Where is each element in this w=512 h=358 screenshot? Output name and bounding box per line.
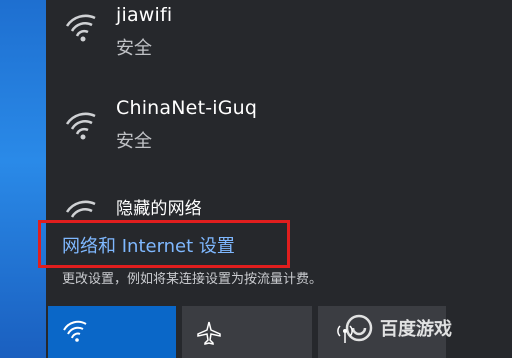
wifi-signal-icon [65, 14, 96, 42]
network-security: 安全 [116, 131, 152, 152]
wifi-signal-icon [65, 112, 96, 140]
watermark-text: 百度游戏 [380, 319, 452, 340]
wifi-signal-icon [65, 200, 96, 218]
network-ssid: jiawifi [116, 4, 173, 26]
baidu-logo-icon [345, 314, 373, 342]
wifi-icon [63, 320, 87, 342]
network-ssid: 隐藏的网络 [116, 199, 202, 219]
network-flyout: jiawifi 安全 ChinaNet-iGuq 安全 隐藏的网络 网络和 In… [46, 0, 512, 358]
baidu-game-watermark: 百度游戏 [344, 308, 510, 348]
airplane-icon [197, 321, 221, 345]
network-item-jiawifi[interactable]: jiawifi 安全 [46, 0, 512, 80]
highlight-box [38, 220, 290, 268]
wifi-toggle-button[interactable] [48, 306, 176, 358]
network-item-chinanet[interactable]: ChinaNet-iGuq 安全 [46, 90, 512, 170]
network-ssid: ChinaNet-iGuq [116, 97, 258, 119]
settings-hint: 更改设置，例如将某连接设置为按流量计费。 [62, 272, 323, 287]
airplane-mode-button[interactable] [182, 306, 312, 358]
network-security: 安全 [116, 38, 152, 59]
desktop-background [0, 0, 46, 358]
network-item-hidden[interactable]: 隐藏的网络 [46, 186, 512, 220]
